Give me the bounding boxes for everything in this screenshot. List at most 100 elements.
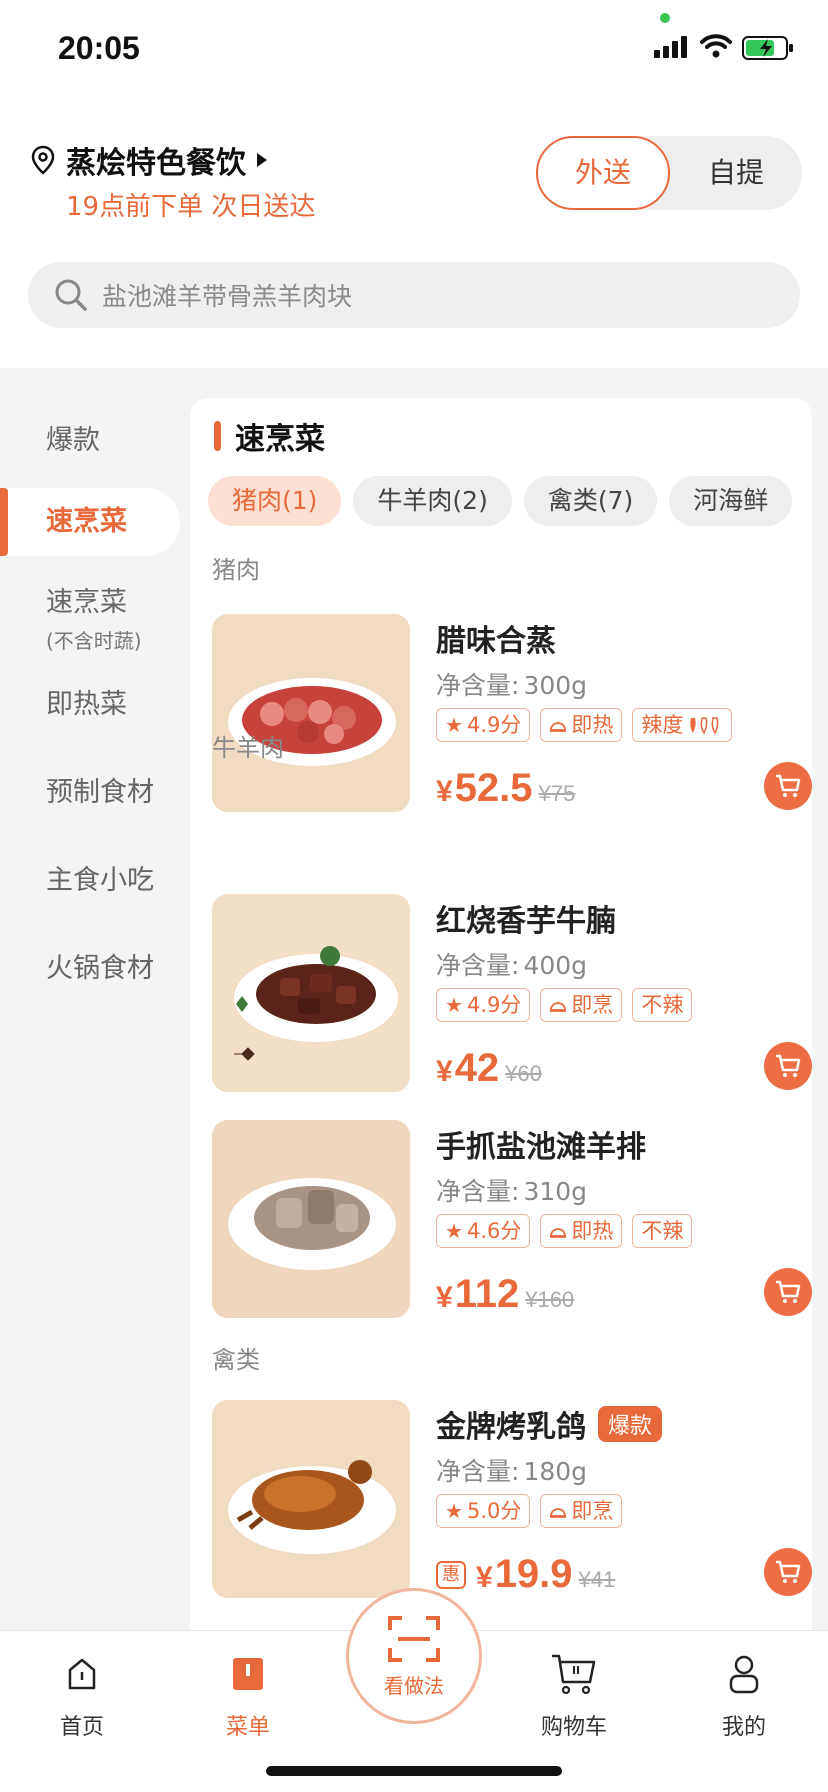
spice-value: 辣度 [641,713,684,737]
star-icon: ★ [445,1499,463,1523]
spice-value: 不辣 [641,993,684,1017]
sidebar-item-label: 爆款 [46,425,100,456]
cart-icon [776,1560,801,1583]
center-tab-label: 看做法 [384,1673,444,1698]
method-value: 即烹 [571,1499,614,1523]
currency-symbol: ¥ [436,775,453,808]
tab-label: 我的 [721,1715,766,1740]
original-price: ¥160 [525,1287,575,1312]
product-name-text: 腊味合蒸 [436,624,556,659]
tab-mine[interactable]: 我的 [684,1649,804,1741]
product-card[interactable]: 腊味合蒸 净含量: 300g ★ 4.9分 即热 辣度 ¥52.5 ¥75 [212,614,812,814]
sidebar-item-hot[interactable]: 爆款 [0,418,180,457]
mode-pickup-button[interactable]: 自提 [670,136,802,210]
profile-icon [729,1655,759,1694]
product-name: 金牌烤乳鸽 爆款 [436,1402,663,1446]
add-to-cart-button[interactable] [764,1548,812,1596]
mode-delivery-button[interactable]: 外送 [536,136,670,210]
sidebar-item-label: 火锅食材 [46,953,154,984]
battery-charging-icon [742,36,793,60]
price-row: ¥112 ¥160 [436,1272,574,1317]
tab-home[interactable]: 首页 [22,1649,142,1741]
price-value: 112 [454,1272,520,1316]
product-card[interactable]: 红烧香芋牛腩 净含量: 400g ★ 4.9分 即烹 不辣 ¥42 ¥60 [212,894,812,1094]
tab-menu[interactable]: 菜单 [188,1649,308,1741]
price: ¥19.9 [476,1552,573,1597]
chili-icon [690,717,719,735]
tab-label: 菜单 [225,1715,270,1740]
spice-tag: 不辣 [632,1214,693,1248]
product-name: 红烧香芋牛腩 [436,896,616,940]
status-bar: 20:05 [0,0,828,100]
tab-cart[interactable]: 购物车 [514,1649,634,1741]
cart-icon [776,1280,801,1303]
search-icon [55,279,87,311]
add-to-cart-button[interactable] [764,1042,812,1090]
chip-poultry[interactable]: 禽类(7) [523,476,658,526]
spec-label: 净含量: [436,1177,520,1206]
spec-label: 净含量: [436,951,520,980]
sidebar-item-hotpot[interactable]: 火锅食材 [0,946,180,985]
chip-pork[interactable]: 猪肉(1) [208,476,342,526]
price-row: ¥52.5 ¥75 [436,766,575,811]
product-spec: 净含量: 400g [436,946,587,982]
group-label-pork: 猪肉 [212,556,260,584]
product-card[interactable]: 金牌烤乳鸽 爆款 净含量: 180g ★ 5.0分 即烹 惠 ¥19.9 ¥41 [212,1400,812,1600]
add-to-cart-button[interactable] [764,762,812,810]
location-pin-icon [31,145,55,175]
product-name-text: 金牌烤乳鸽 [436,1410,586,1445]
star-icon: ★ [445,1219,463,1243]
product-image [212,894,410,1092]
search-bar[interactable]: 盐池滩羊带骨羔羊肉块 [28,262,800,328]
original-price: ¥41 [578,1567,616,1592]
spec-value: 300g [523,671,588,700]
rating-tag: ★ 4.6分 [436,1214,531,1248]
spice-tag: 不辣 [632,988,693,1022]
rating-value: 5.0分 [466,1499,522,1523]
product-spec: 净含量: 310g [436,1172,587,1208]
caret-right-icon [257,153,267,167]
product-tags: ★ 4.9分 即热 辣度 [436,708,742,742]
privacy-indicator-dot [660,13,670,23]
rating-tag: ★ 4.9分 [436,988,531,1022]
chip-beef-lamb[interactable]: 牛羊肉(2) [353,476,512,526]
product-card[interactable]: 手抓盐池滩羊排 净含量: 310g ★ 4.6分 即热 不辣 ¥112 ¥160 [212,1120,812,1320]
cellular-signal-icon [654,36,687,58]
add-to-cart-button[interactable] [764,1268,812,1316]
cart-icon [776,774,801,797]
home-indicator [266,1766,562,1776]
spec-value: 310g [523,1177,588,1206]
currency-symbol: ¥ [476,1561,493,1594]
group-label-beef-lamb: 牛羊肉 [212,734,284,762]
product-image [212,1120,410,1318]
sidebar-item-quick-cook-no-veg[interactable]: 速烹菜 (不含时蔬) [0,580,180,654]
sidebar-item-label: 即热菜 [46,689,127,720]
currency-symbol: ¥ [436,1281,453,1314]
cloche-icon [550,1228,567,1238]
product-spec: 净含量: 300g [436,666,587,702]
spec-label: 净含量: [436,671,520,700]
currency-symbol: ¥ [436,1055,453,1088]
sidebar-item-label: 速烹菜 [46,587,127,618]
sidebar-item-staples-snacks[interactable]: 主食小吃 [0,858,180,897]
sidebar-item-label: 预制食材 [46,777,154,808]
sidebar-item-quick-cook[interactable]: 速烹菜 [0,488,180,556]
watch-recipe-button[interactable]: 看做法 [346,1588,482,1724]
menu-book-icon [233,1658,263,1690]
price-row: ¥42 ¥60 [436,1046,542,1091]
subcategory-chips: 猪肉(1) 牛羊肉(2) 禽类(7) 河海鲜 [208,476,812,528]
sidebar-item-ready-heat[interactable]: 即热菜 [0,682,180,721]
chip-seafood[interactable]: 河海鲜 [669,476,793,526]
method-value: 即热 [571,1219,614,1243]
rating-value: 4.9分 [466,993,522,1017]
store-selector[interactable]: 蒸烩特色餐饮 [30,140,268,181]
cloche-icon [550,1508,567,1518]
sidebar-item-prepared-ingredients[interactable]: 预制食材 [0,770,180,809]
store-name: 蒸烩特色餐饮 [66,146,246,181]
original-price: ¥60 [505,1061,542,1086]
original-price: ¥75 [538,781,576,806]
product-image [212,614,410,812]
spec-value: 400g [523,951,588,980]
product-name-text: 手抓盐池滩羊排 [436,1130,646,1165]
price-value: 19.9 [494,1552,573,1596]
